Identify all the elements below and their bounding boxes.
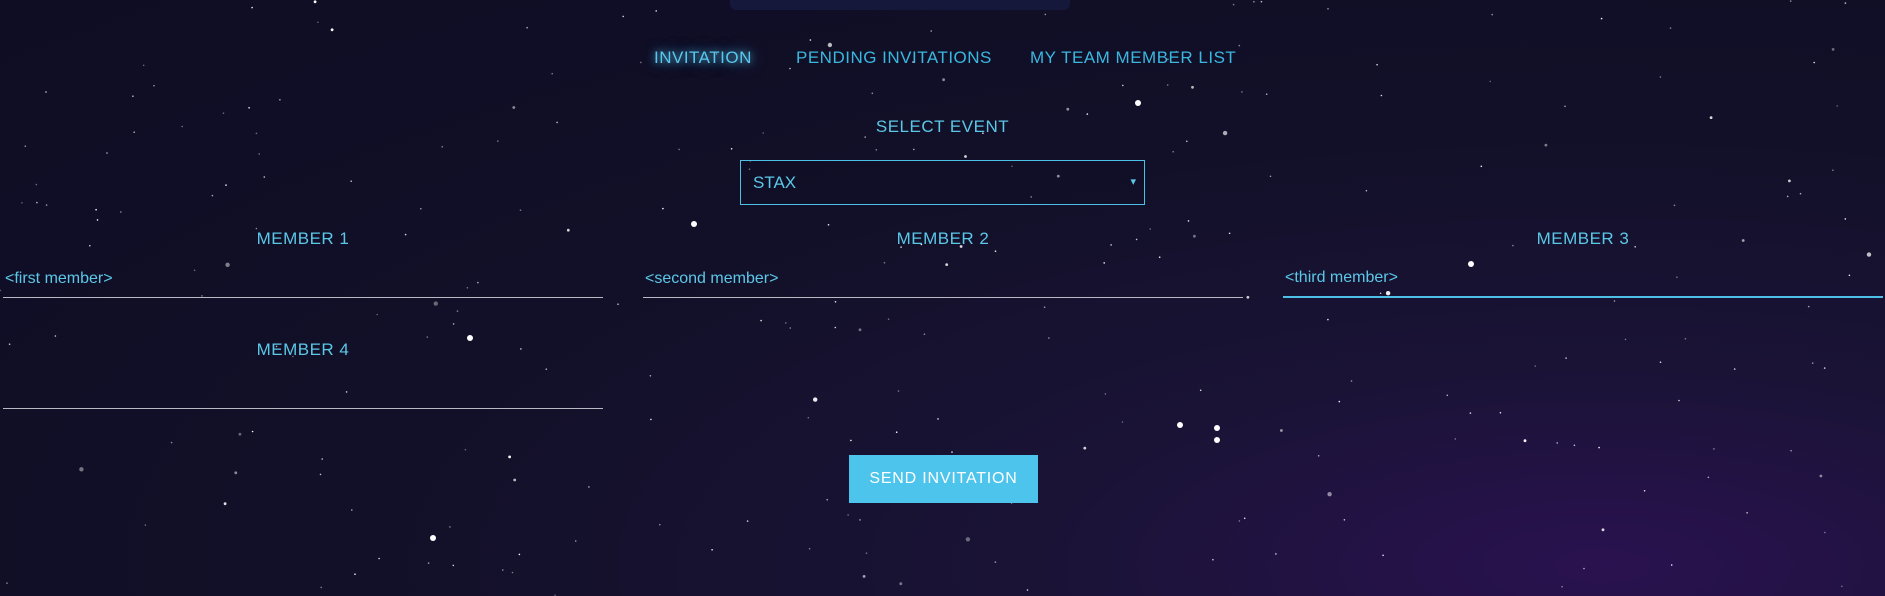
- send-invitation-button[interactable]: SEND INVITATION: [849, 455, 1038, 503]
- select-event-label: SELECT EVENT: [875, 117, 1010, 136]
- member-1-label: MEMBER 1: [256, 229, 350, 248]
- top-panel-edge: [730, 0, 1070, 10]
- member-4-label: MEMBER 4: [256, 340, 350, 359]
- nav-tab-team-member-list[interactable]: MY TEAM MEMBER LIST: [1030, 48, 1236, 68]
- member-4-input[interactable]: [3, 379, 603, 409]
- main-navigation: INVITATION PENDING INVITATIONS MY TEAM M…: [0, 48, 1885, 72]
- member-3-input[interactable]: [1283, 268, 1883, 298]
- member-3-label: MEMBER 3: [1536, 229, 1630, 248]
- member-2-label: MEMBER 2: [896, 229, 990, 248]
- member-1-input[interactable]: [3, 268, 603, 298]
- event-select[interactable]: STAX ▾: [740, 160, 1145, 205]
- member-2-input[interactable]: [643, 268, 1243, 298]
- event-select-value: STAX: [753, 173, 797, 192]
- starfield-background: [0, 0, 1872, 596]
- nav-tab-pending-invitations[interactable]: PENDING INVITATIONS: [796, 48, 992, 68]
- nav-tab-invitation[interactable]: INVITATION: [654, 48, 752, 68]
- chevron-down-icon: ▾: [1130, 175, 1136, 188]
